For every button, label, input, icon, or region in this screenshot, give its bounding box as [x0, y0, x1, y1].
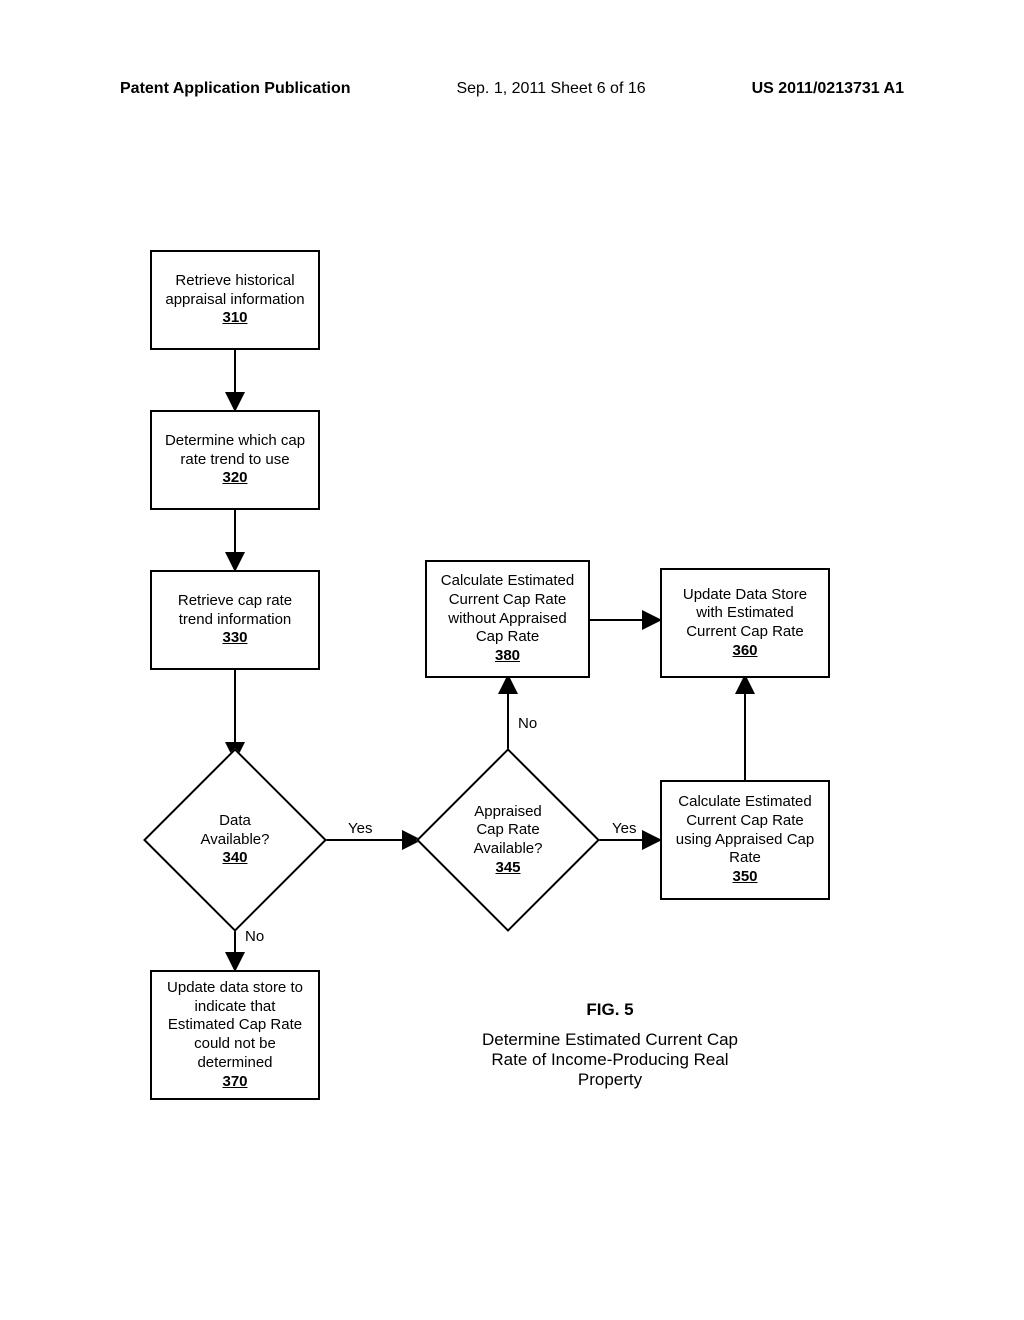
figure-caption-line: Property — [450, 1070, 770, 1090]
step-text: Update data store to — [158, 979, 312, 998]
step-text: Current Cap Rate — [668, 812, 822, 831]
header-publication-number: US 2011/0213731 A1 — [752, 80, 904, 98]
step-ref: 310 — [158, 309, 312, 328]
step-320-determine-cap-rate-trend: Determine which cap rate trend to use 32… — [150, 410, 320, 510]
decision-text: Data — [219, 812, 251, 831]
page: Patent Application Publication Sep. 1, 2… — [0, 0, 1024, 1320]
decision-ref: 345 — [495, 859, 520, 878]
step-text: indicate that — [158, 998, 312, 1017]
step-ref: 330 — [158, 629, 312, 648]
step-text: Cap Rate — [433, 628, 582, 647]
step-text: rate trend to use — [158, 451, 312, 470]
step-text: without Appraised — [433, 610, 582, 629]
edge-label-yes-345: Yes — [612, 820, 636, 837]
edge-label-no-345: No — [518, 715, 537, 732]
step-text: using Appraised Cap — [668, 831, 822, 850]
step-text: Update Data Store — [668, 586, 822, 605]
edge-label-yes-340: Yes — [348, 820, 372, 837]
step-text: Retrieve cap rate — [158, 592, 312, 611]
step-text: determined — [158, 1054, 312, 1073]
step-ref: 380 — [433, 647, 582, 666]
flowchart-canvas: Retrieve historical appraisal informatio… — [120, 250, 880, 1200]
step-360-update-data-store: Update Data Store with Estimated Current… — [660, 568, 830, 678]
figure-caption-line: Determine Estimated Current Cap — [450, 1030, 770, 1050]
decision-text: Available? — [201, 831, 270, 850]
step-text: could not be — [158, 1035, 312, 1054]
diamond-label: Data Available? 340 — [145, 760, 325, 920]
step-text: with Estimated — [668, 604, 822, 623]
step-text: appraisal information — [158, 291, 312, 310]
step-380-calc-without-appraised: Calculate Estimated Current Cap Rate wit… — [425, 560, 590, 678]
step-text: trend information — [158, 611, 312, 630]
step-370-update-not-determined: Update data store to indicate that Estim… — [150, 970, 320, 1100]
step-310-retrieve-historical-appraisal: Retrieve historical appraisal informatio… — [150, 250, 320, 350]
step-ref: 370 — [158, 1073, 312, 1092]
step-text: Rate — [668, 849, 822, 868]
step-ref: 360 — [668, 642, 822, 661]
page-header: Patent Application Publication Sep. 1, 2… — [0, 80, 1024, 98]
header-date-sheet: Sep. 1, 2011 Sheet 6 of 16 — [456, 80, 645, 98]
step-330-retrieve-cap-rate-trend-info: Retrieve cap rate trend information 330 — [150, 570, 320, 670]
step-text: Current Cap Rate — [433, 591, 582, 610]
step-ref: 350 — [668, 868, 822, 887]
figure-number: FIG. 5 — [450, 1000, 770, 1020]
figure-caption-line: Rate of Income-Producing Real — [450, 1050, 770, 1070]
step-ref: 320 — [158, 469, 312, 488]
header-publication-type: Patent Application Publication — [120, 80, 351, 98]
step-text: Calculate Estimated — [433, 572, 582, 591]
decision-ref: 340 — [222, 849, 247, 868]
diamond-label: Appraised Cap Rate Available? 345 — [418, 760, 598, 920]
step-text: Current Cap Rate — [668, 623, 822, 642]
edge-label-no-340: No — [245, 928, 264, 945]
decision-text: Appraised — [474, 803, 542, 822]
step-text: Determine which cap — [158, 432, 312, 451]
step-text: Calculate Estimated — [668, 793, 822, 812]
figure-label: FIG. 5 Determine Estimated Current Cap R… — [450, 1000, 770, 1090]
step-text: Retrieve historical — [158, 272, 312, 291]
step-text: Estimated Cap Rate — [158, 1016, 312, 1035]
decision-text: Cap Rate — [476, 821, 539, 840]
step-350-calc-using-appraised: Calculate Estimated Current Cap Rate usi… — [660, 780, 830, 900]
decision-text: Available? — [474, 840, 543, 859]
decision-345-appraised-cap-rate-available: Appraised Cap Rate Available? 345 — [418, 760, 598, 920]
decision-340-data-available: Data Available? 340 — [145, 760, 325, 920]
